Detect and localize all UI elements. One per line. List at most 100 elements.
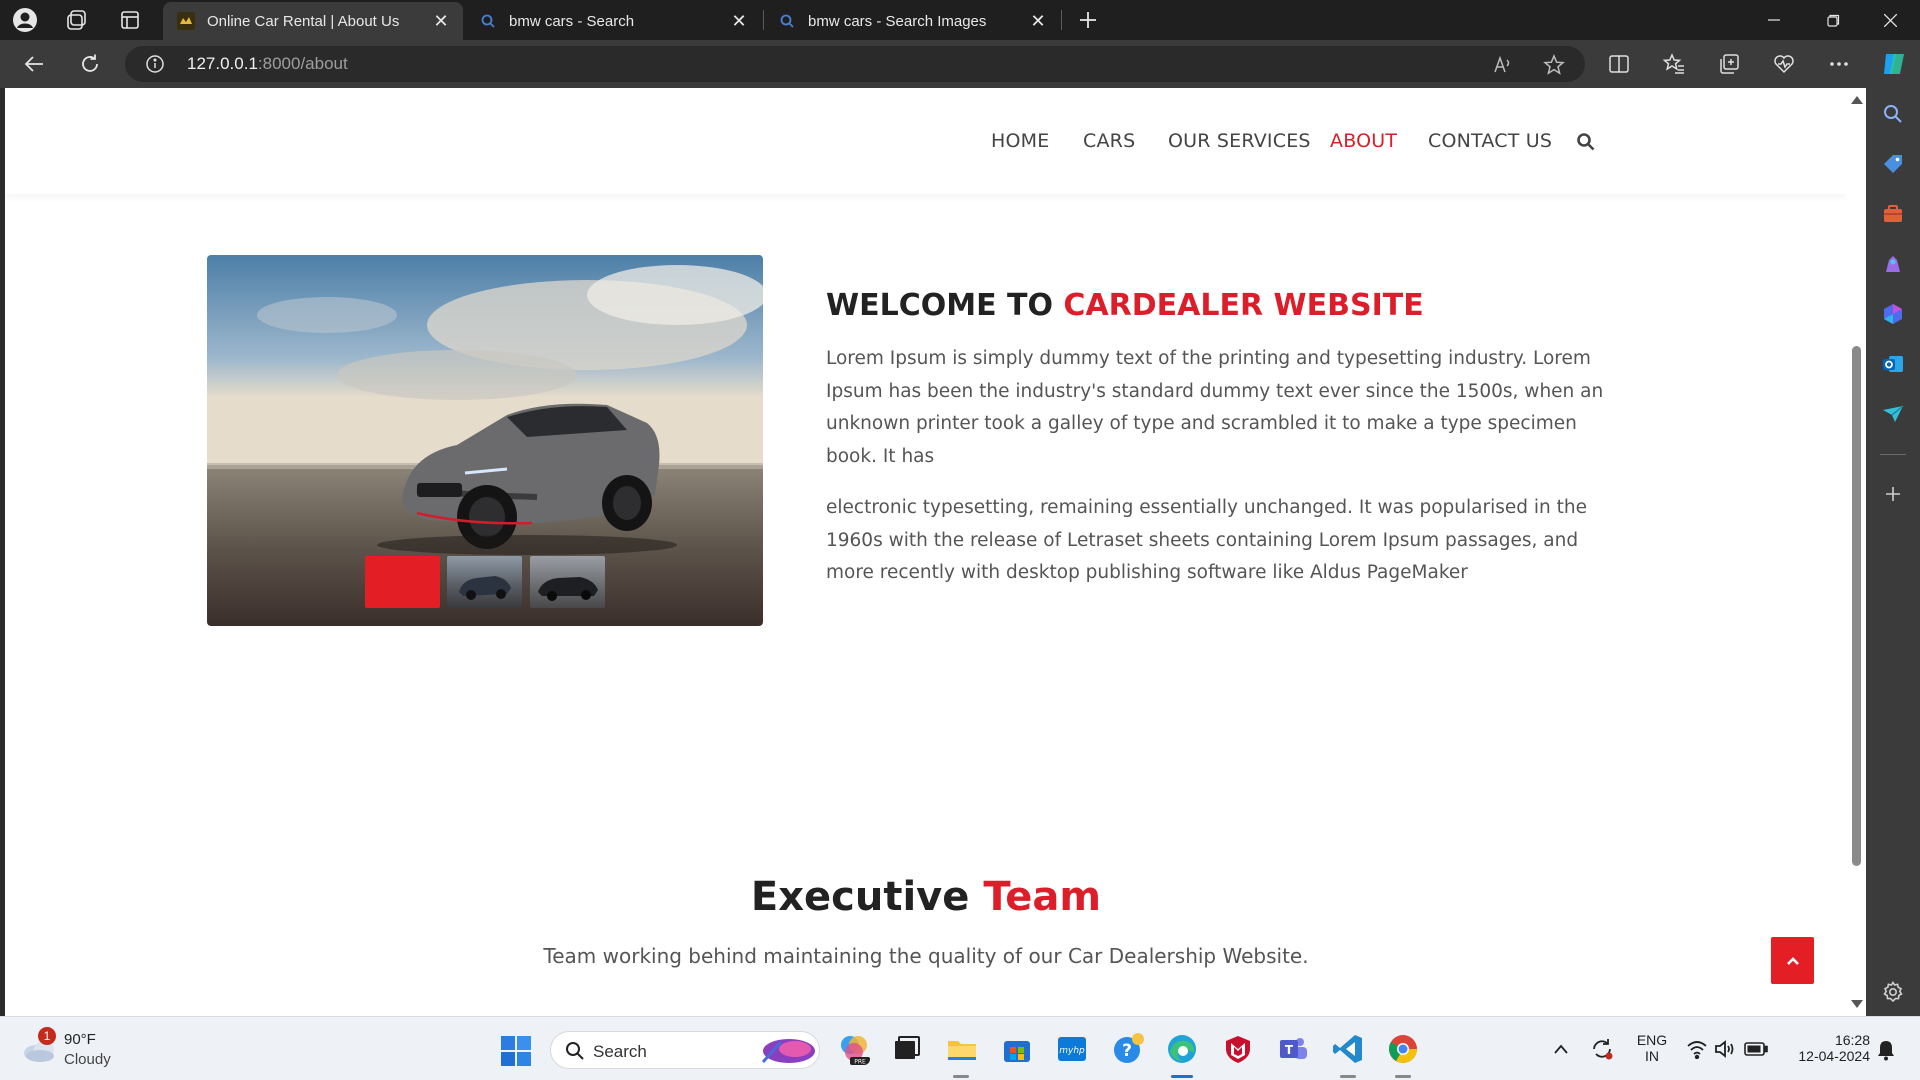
new-tab-icon[interactable]	[1075, 7, 1101, 33]
myhp-icon[interactable]: myhp	[1056, 1033, 1088, 1065]
clock[interactable]: 16:28 12-04-2024	[1782, 1032, 1870, 1064]
nav-cars[interactable]: CARS	[1083, 130, 1135, 152]
chevron-up-icon[interactable]	[1553, 1043, 1569, 1055]
get-help-icon[interactable]: ?	[1112, 1033, 1144, 1065]
browser-essentials-icon[interactable]	[1771, 51, 1797, 77]
search-favicon-icon	[481, 14, 495, 28]
sidebar-settings-icon[interactable]	[1881, 980, 1905, 1004]
scroll-down-icon[interactable]	[1851, 1000, 1863, 1008]
active-app-indicator	[1340, 1075, 1356, 1078]
add-sidebar-app-icon[interactable]	[1881, 482, 1905, 506]
windows-start-icon[interactable]	[501, 1036, 531, 1066]
microsoft-store-icon[interactable]	[1001, 1033, 1033, 1065]
teams-icon[interactable]: T	[1277, 1033, 1309, 1065]
favorites-icon[interactable]	[1661, 51, 1687, 77]
tab-bmw-search[interactable]: bmw cars - Search ✕	[465, 2, 761, 40]
nav-our-services[interactable]: OUR SERVICES	[1168, 130, 1311, 152]
outlook-icon[interactable]	[1881, 352, 1905, 376]
team-subtitle: Team working behind maintaining the qual…	[543, 944, 1309, 968]
minimize-icon[interactable]	[1746, 0, 1802, 40]
tab-title: Online Car Rental | About Us	[207, 12, 400, 30]
profile-icon[interactable]	[12, 7, 38, 33]
notification-bell-icon[interactable]	[1876, 1039, 1896, 1061]
weather-temperature: 90°F	[64, 1031, 96, 1048]
page-viewport: HOME CARS OUR SERVICES ABOUT CONTACT US	[5, 88, 1847, 1016]
active-app-indicator	[1395, 1075, 1411, 1078]
wifi-icon[interactable]	[1686, 1039, 1708, 1059]
active-app-indicator	[953, 1075, 969, 1078]
back-icon[interactable]	[20, 50, 48, 78]
slider-thumbnail[interactable]	[365, 556, 440, 608]
close-tab-icon[interactable]: ✕	[1028, 11, 1048, 31]
tab-about-us[interactable]: Online Car Rental | About Us ✕	[163, 2, 463, 40]
volume-icon[interactable]	[1714, 1039, 1736, 1059]
task-view-icon[interactable]	[890, 1033, 922, 1065]
back-to-top-button[interactable]	[1771, 937, 1814, 984]
tab-separator	[1061, 10, 1062, 30]
nav-home[interactable]: HOME	[991, 130, 1049, 152]
windows-taskbar: 1 90°F Cloudy Search PRE myhp ? T ENG IN…	[0, 1016, 1920, 1080]
tab-title: bmw cars - Search Images	[808, 12, 987, 30]
nav-about[interactable]: ABOUT	[1330, 130, 1397, 152]
nav-contact-us[interactable]: CONTACT US	[1428, 130, 1552, 152]
site-header: HOME CARS OUR SERVICES ABOUT CONTACT US	[5, 88, 1847, 194]
favorite-star-icon[interactable]	[1543, 54, 1565, 76]
mcafee-icon[interactable]	[1222, 1033, 1254, 1065]
slider-thumbnail[interactable]	[447, 556, 522, 608]
clock-date: 12-04-2024	[1798, 1048, 1870, 1064]
weather-description: Cloudy	[64, 1051, 111, 1068]
battery-icon[interactable]	[1744, 1041, 1768, 1057]
svg-text:?: ?	[1122, 1041, 1132, 1061]
chevron-up-icon	[1786, 956, 1799, 965]
sync-icon[interactable]	[1590, 1037, 1614, 1061]
svg-text:myhp: myhp	[1059, 1046, 1085, 1056]
search-highlight-icon	[761, 1039, 815, 1064]
browser-tab-bar: Online Car Rental | About Us ✕ bmw cars …	[0, 0, 1920, 40]
edge-sidebar	[1866, 88, 1920, 1016]
shopping-tag-icon[interactable]	[1881, 152, 1905, 176]
close-tab-icon[interactable]: ✕	[729, 11, 749, 31]
scrollbar-thumb[interactable]	[1852, 346, 1861, 866]
close-tab-icon[interactable]: ✕	[431, 11, 451, 31]
vscode-icon[interactable]	[1332, 1033, 1364, 1065]
refresh-icon[interactable]	[76, 50, 104, 78]
slider-thumbnail[interactable]	[530, 556, 605, 608]
page-scrollbar[interactable]	[1847, 88, 1866, 1016]
microsoft-365-icon[interactable]	[1881, 302, 1905, 326]
tab-title: bmw cars - Search	[509, 12, 635, 30]
address-bar[interactable]: 127.0.0.1:8000/about	[125, 46, 1585, 82]
sidebar-search-icon[interactable]	[1881, 102, 1905, 126]
search-favicon-icon	[780, 14, 794, 28]
scroll-up-icon[interactable]	[1851, 96, 1863, 104]
site-favicon-icon	[177, 12, 195, 30]
search-icon[interactable]	[1576, 132, 1596, 152]
about-paragraph-1: Lorem Ipsum is simply dummy text of the …	[826, 348, 1604, 467]
svg-text:T: T	[1285, 1043, 1294, 1057]
language-indicator[interactable]: ENG IN	[1632, 1032, 1672, 1064]
site-info-icon[interactable]	[145, 54, 165, 74]
team-heading: Executive Team	[750, 874, 1102, 920]
search-label: Search	[593, 1042, 647, 1061]
copilot-pre-app-icon[interactable]: PRE	[838, 1033, 870, 1065]
search-icon	[566, 1042, 584, 1060]
edge-browser-icon[interactable]	[1166, 1033, 1198, 1065]
svg-text:PRE: PRE	[854, 1059, 866, 1066]
restore-icon[interactable]	[1805, 0, 1861, 40]
workspaces-icon[interactable]	[64, 7, 90, 33]
tab-actions-icon[interactable]	[117, 7, 143, 33]
tab-bmw-images[interactable]: bmw cars - Search Images ✕	[764, 2, 1060, 40]
collections-icon[interactable]	[1716, 51, 1742, 77]
copilot-icon[interactable]	[1879, 49, 1909, 79]
file-explorer-icon[interactable]	[946, 1033, 978, 1065]
close-window-icon[interactable]	[1862, 0, 1918, 40]
taskbar-search-box[interactable]: Search	[550, 1031, 820, 1069]
split-screen-icon[interactable]	[1606, 51, 1632, 77]
welcome-heading: WELCOME TO CARDEALER WEBSITE	[826, 288, 1424, 323]
url-text: 127.0.0.1:8000/about	[187, 54, 348, 73]
tools-briefcase-icon[interactable]	[1881, 202, 1905, 226]
games-icon[interactable]	[1881, 252, 1905, 276]
read-aloud-icon[interactable]	[1492, 54, 1514, 76]
more-options-icon[interactable]	[1826, 51, 1852, 77]
drop-send-icon[interactable]	[1881, 402, 1905, 426]
chrome-icon[interactable]	[1387, 1033, 1419, 1065]
